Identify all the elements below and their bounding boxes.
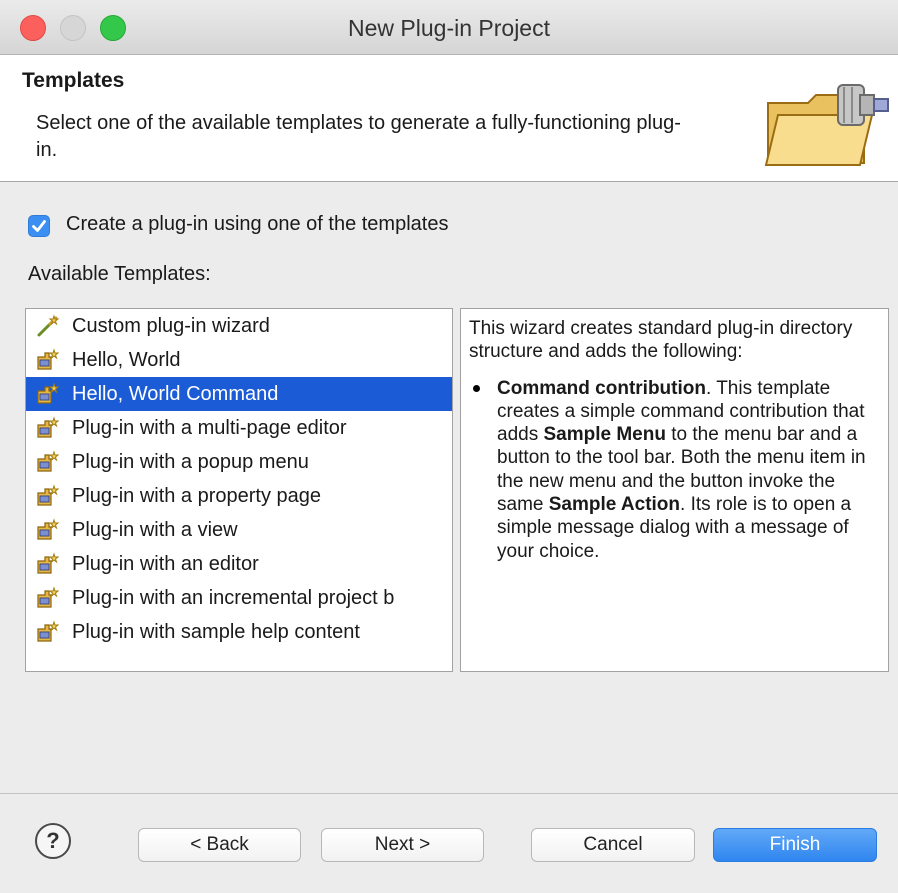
help-button[interactable]: ? xyxy=(35,823,71,859)
template-description-panel: This wizard creates standard plug-in dir… xyxy=(460,308,889,672)
template-item-label: Plug-in with an incremental project b xyxy=(72,587,395,609)
wizard-banner: Templates Select one of the available te… xyxy=(0,55,898,182)
description-intro: This wizard creates standard plug-in dir… xyxy=(469,318,853,363)
window-titlebar: New Plug-in Project xyxy=(0,0,898,55)
description-bullet: Command contribution. This template crea… xyxy=(473,377,878,563)
template-item-label: Plug-in with a view xyxy=(72,519,238,541)
template-item-label: Plug-in with sample help content xyxy=(72,621,360,643)
template-item[interactable]: Plug-in with a popup menu xyxy=(26,445,452,479)
template-item-label: Plug-in with a property page xyxy=(72,485,322,507)
template-item[interactable]: Plug-in with a property page xyxy=(26,479,452,513)
page-description: Select one of the available templates to… xyxy=(36,112,681,161)
template-item[interactable]: Plug-in with sample help content xyxy=(26,615,452,649)
template-item-label: Hello, World xyxy=(72,349,181,371)
template-item[interactable]: Plug-in with an editor xyxy=(26,547,452,581)
template-item[interactable]: Hello, World Command xyxy=(26,377,452,411)
use-template-label: Create a plug-in using one of the templa… xyxy=(66,213,449,235)
finish-button[interactable]: Finish xyxy=(713,828,877,862)
checkmark-icon xyxy=(32,220,46,232)
template-item[interactable]: Plug-in with a multi-page editor xyxy=(26,411,452,445)
cancel-button[interactable]: Cancel xyxy=(531,828,695,862)
template-item-label: Custom plug-in wizard xyxy=(72,315,270,337)
bullet-term: Command contribution xyxy=(497,377,706,399)
templates-list[interactable]: Custom plug-in wizard Hello, World Hello, … xyxy=(25,308,453,672)
template-item-label: Plug-in with a popup menu xyxy=(72,451,309,473)
template-item-label: Plug-in with an editor xyxy=(72,553,259,575)
template-item[interactable]: Plug-in with an incremental project b xyxy=(26,581,452,615)
next-button[interactable]: Next > xyxy=(321,828,484,862)
page-title: Templates xyxy=(22,69,125,92)
footer-separator xyxy=(0,793,898,794)
plugin-folder-icon xyxy=(764,84,889,166)
template-item[interactable]: Hello, World xyxy=(26,343,452,377)
use-template-checkbox[interactable] xyxy=(28,215,50,237)
back-button[interactable]: < Back xyxy=(138,828,301,862)
template-item[interactable]: Custom plug-in wizard xyxy=(26,309,452,343)
template-item-label: Plug-in with a multi-page editor xyxy=(72,417,347,439)
available-templates-label: Available Templates: xyxy=(28,263,211,285)
window-title: New Plug-in Project xyxy=(348,15,550,41)
plugin-template-icon xyxy=(36,620,60,655)
description-bullets: Command contribution. This template crea… xyxy=(469,377,878,563)
template-item[interactable]: Plug-in with a view xyxy=(26,513,452,547)
template-item-label: Hello, World Command xyxy=(72,383,279,405)
